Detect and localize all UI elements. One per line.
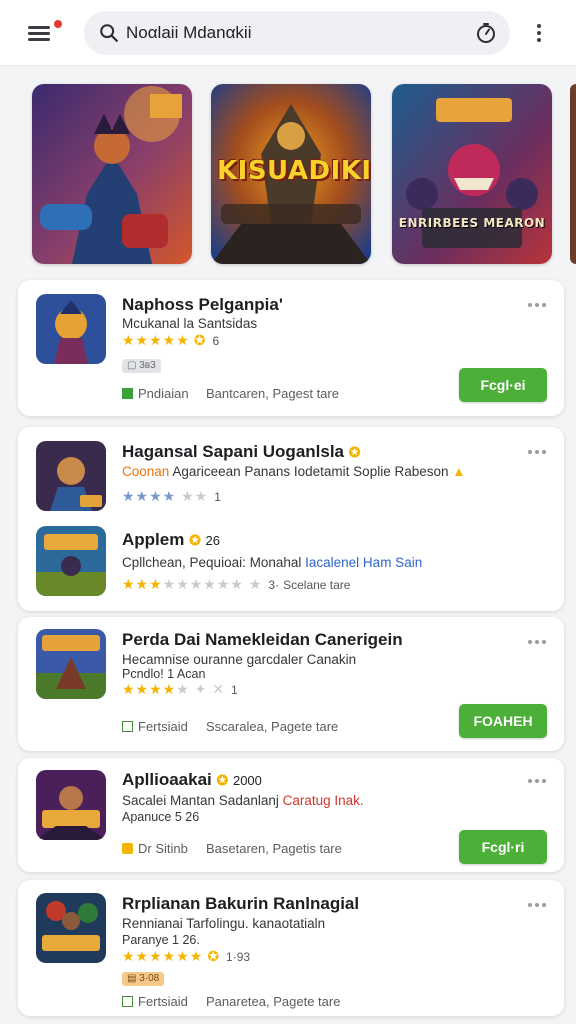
more-options-icon[interactable]	[528, 776, 548, 786]
rating: ★★★★ ★★ 1	[122, 488, 221, 504]
featured-banner-1[interactable]	[32, 84, 192, 264]
verified-icon	[122, 721, 133, 732]
app-card[interactable]: Apllioaakai ✪ 2000 Sacalei Mantan Sadanl…	[18, 758, 564, 872]
publisher-meta: Basetaren, Pagetis tare	[206, 841, 342, 856]
banner-artwork	[392, 84, 552, 264]
app-name[interactable]: Naphoss Pelganpia'	[122, 295, 283, 315]
app-card[interactable]: Hagansal Sapani Uoganlsla ✪ Coonan Agari…	[18, 427, 564, 611]
rating: ★★★★★ ✪ 6	[122, 332, 220, 348]
search-icon	[100, 24, 118, 42]
app-subtitle-2: Pcndlo! 1 Acan	[122, 667, 206, 681]
search-bar[interactable]	[84, 11, 510, 55]
banner-title: ENRIRBEES MEARON	[398, 216, 546, 230]
banner-title: KISUADIKI	[217, 156, 371, 186]
app-subtitle: Cpllchean, Pequioai: Monahal Iacalenel H…	[122, 555, 423, 570]
more-options-icon[interactable]	[528, 447, 548, 457]
app-name[interactable]: Applem ✪ 26	[122, 530, 220, 550]
app-name[interactable]: Rrplianan Bakurin Ranlnagial	[122, 894, 359, 914]
verified-icon	[122, 388, 133, 399]
app-icon[interactable]	[36, 526, 106, 596]
app-subtitle-2: Paranye 1 26.	[122, 933, 200, 947]
rating-count: 6	[212, 334, 220, 348]
developer-meta: Pndiaian	[122, 386, 189, 401]
developer-meta: Fertsiaid	[122, 994, 188, 1009]
publisher-meta: Panaretea, Pagete tare	[206, 994, 341, 1009]
app-subtitle-2: Apanuce 5 26	[122, 810, 200, 824]
app-subtitle: Sacalei Mantan Sadanlanj Caratug Inak.	[122, 793, 364, 808]
menu-button[interactable]	[28, 20, 62, 44]
app-name[interactable]: Apllioaakai ✪ 2000	[122, 770, 262, 790]
verified-icon	[122, 996, 133, 1007]
app-subtitle: Hecamnise ouranne garcdaler Canakin	[122, 652, 357, 667]
more-options-icon[interactable]	[528, 900, 548, 910]
info-tag: ▢ 3ʙ3	[122, 359, 161, 373]
app-name[interactable]: Perda Dai Namekleidan Canerigein	[122, 630, 403, 650]
badge-icon	[122, 843, 133, 854]
banner-artwork	[32, 84, 192, 264]
app-name[interactable]: Hagansal Sapani Uoganlsla ✪	[122, 442, 360, 462]
overflow-menu-button[interactable]	[530, 20, 548, 46]
developer-meta: Fertsiaid	[122, 719, 188, 734]
info-tag: ▤ 3·08	[122, 972, 165, 986]
app-icon[interactable]	[36, 770, 106, 840]
rating: ★★★★★★★★★ ★ 3· Scelane tare	[122, 576, 351, 592]
publisher-meta: Bantcaren, Pagest tare	[206, 386, 339, 401]
get-button[interactable]: FOAHEH	[459, 704, 547, 738]
more-options-icon[interactable]	[528, 637, 548, 647]
app-icon[interactable]	[36, 629, 106, 699]
app-icon[interactable]	[36, 441, 106, 511]
developer-meta: Dr Sitinb	[122, 841, 188, 856]
app-card[interactable]: Rrplianan Bakurin Ranlnagial Rennianai T…	[18, 880, 564, 1016]
top-app-bar	[0, 0, 576, 66]
app-subtitle: Rennianai Tarfolingu. kanaotatialn	[122, 916, 326, 931]
rating: ★★★★★ ✦ ✕ 1	[122, 681, 238, 697]
more-options-icon[interactable]	[528, 300, 548, 310]
search-input[interactable]	[126, 17, 456, 49]
featured-banner-4-peek[interactable]	[570, 84, 576, 264]
publisher-meta: Sscaralea, Pagete tare	[206, 719, 339, 734]
featured-banner-2[interactable]: KISUADIKI	[211, 84, 371, 264]
app-subtitle: Coonan Agariceean Panans Iodetamit Sopli…	[122, 464, 466, 479]
rating: ★★★★★★ ✪ 1·93	[122, 948, 251, 964]
app-icon[interactable]	[36, 893, 106, 963]
timer-icon[interactable]	[474, 21, 498, 45]
get-button[interactable]: Fcgl·ri	[459, 830, 547, 864]
featured-banner-3[interactable]: ENRIRBEES MEARON	[392, 84, 552, 264]
app-subtitle: Mcukanal la Santsidas	[122, 316, 258, 331]
notification-dot	[54, 20, 62, 28]
app-card[interactable]: Naphoss Pelganpia' Mcukanal la Santsidas…	[18, 280, 564, 416]
get-button[interactable]: Fcgl·ei	[459, 368, 547, 402]
app-card[interactable]: Perda Dai Namekleidan Canerigein Hecamni…	[18, 617, 564, 751]
app-icon[interactable]	[36, 294, 106, 364]
